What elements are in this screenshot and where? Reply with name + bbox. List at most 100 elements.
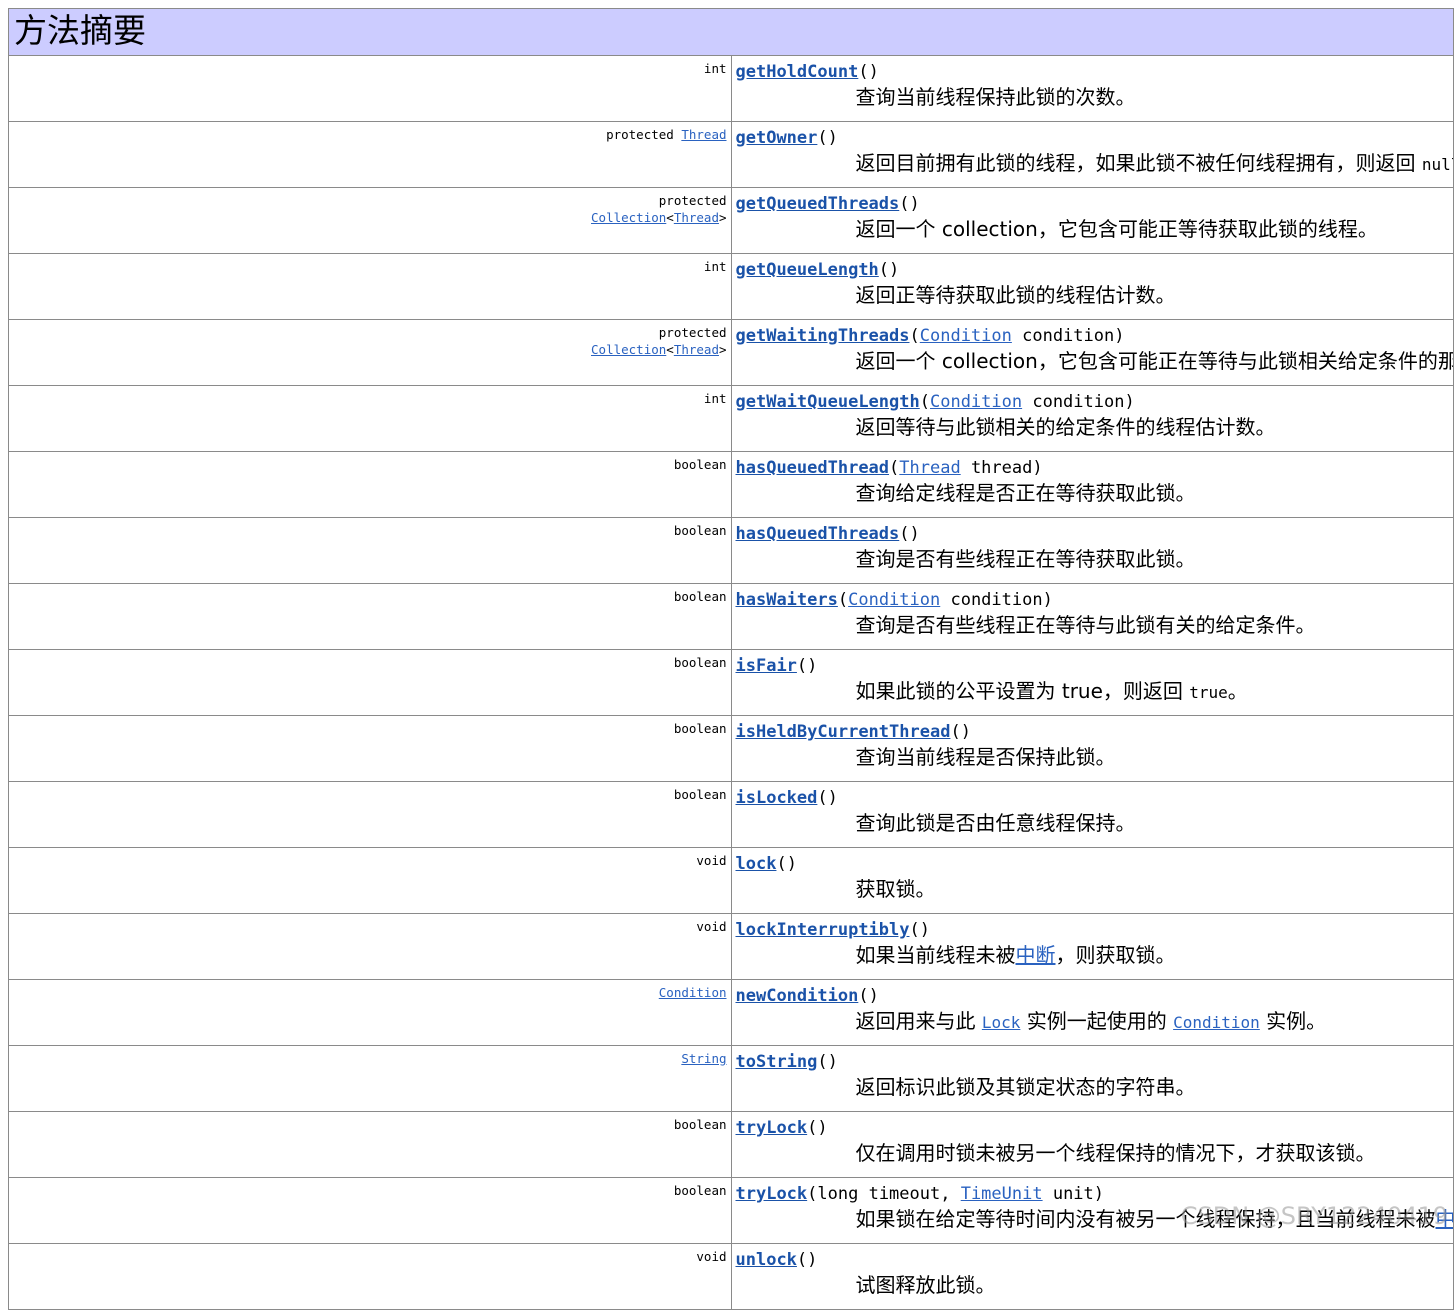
method-name-link[interactable]: hasQueuedThreads <box>736 524 900 544</box>
param-type-link[interactable]: Condition <box>848 590 940 610</box>
description-link[interactable]: Condition <box>1173 1013 1260 1032</box>
description-text: 返回一个 collection，它包含可能正在等待与此锁相关给定条件的那些线程。 <box>855 349 1453 373</box>
method-description: 获取锁。 <box>856 876 1453 902</box>
description-link[interactable]: 中断 <box>1436 1207 1453 1231</box>
method-name-link[interactable]: getOwner <box>736 128 818 148</box>
method-name-link[interactable]: tryLock <box>736 1118 808 1138</box>
param-type-link[interactable]: Condition <box>920 326 1012 346</box>
return-type-line: protected Thread <box>9 126 726 143</box>
paren-open: ( <box>776 854 787 874</box>
description-text: 仅在调用时锁未被另一个线程保持的情况下，才获取该锁。 <box>855 1141 1376 1165</box>
return-type-line: boolean <box>9 654 727 671</box>
method-detail-cell: hasQueuedThreads() 查询是否有些线程正在等待获取此锁。 <box>730 517 1454 584</box>
param-type-link[interactable]: Thread <box>899 458 960 478</box>
return-type-link[interactable]: Thread <box>674 342 719 357</box>
method-description: 查询是否有些线程正在等待与此锁有关的给定条件。 <box>856 612 1453 638</box>
method-name-link[interactable]: hasQueuedThread <box>736 458 890 478</box>
return-type-cell: void <box>8 1243 732 1310</box>
paren-close: ) <box>827 1052 838 1072</box>
method-name-link[interactable]: tryLock <box>736 1184 808 1204</box>
paren-open: ( <box>796 1250 808 1270</box>
paren-close: ) <box>909 194 920 214</box>
method-description: 如果此锁的公平设置为 true，则返回 true。 <box>856 678 1453 706</box>
description-text: ，则获取锁。 <box>1055 943 1176 967</box>
return-type-link[interactable]: String <box>681 1051 726 1066</box>
description-text: 实例。 <box>1259 1009 1327 1033</box>
description-link[interactable]: 中断 <box>1016 943 1056 967</box>
method-row: protected Collection<Thread> getWaitingThr… <box>8 319 1454 386</box>
description-text: 如果锁在给定等待时间内没有被另一个线程保持，且当前线程未被 <box>855 1207 1436 1231</box>
return-type-line: void <box>9 852 726 869</box>
method-name-link[interactable]: getQueueLength <box>736 260 879 280</box>
return-type-link[interactable]: Collection <box>591 210 666 225</box>
method-detail-cell: lock() 获取锁。 <box>730 847 1454 914</box>
paren-open: ( <box>878 260 890 280</box>
return-type-line: boolean <box>9 588 727 605</box>
return-type-line: boolean <box>9 522 727 539</box>
param-type-link[interactable]: TimeUnit <box>961 1184 1043 1204</box>
return-type-cell: boolean <box>8 451 732 518</box>
method-signature: getOwner() <box>736 126 1453 150</box>
return-type-text: boolean <box>673 655 727 670</box>
method-description: 查询给定线程是否正在等待获取此锁。 <box>856 480 1453 506</box>
method-name-link[interactable]: lockInterruptibly <box>736 920 910 940</box>
method-name-link[interactable]: isLocked <box>736 788 818 808</box>
return-type-link[interactable]: Collection <box>591 342 666 357</box>
method-description: 返回标识此锁及其锁定状态的字符串。 <box>855 1074 1453 1100</box>
summary-header-row: 方法摘要 <box>8 8 1454 56</box>
method-name-link[interactable]: hasWaiters <box>736 590 838 610</box>
description-text: 返回等待与此锁相关的给定条件的线程估计数。 <box>855 415 1276 439</box>
method-name-link[interactable]: toString <box>736 1052 818 1072</box>
return-type-link[interactable]: Thread <box>674 210 719 225</box>
paren-open: ( <box>889 458 900 478</box>
return-type-link[interactable]: Condition <box>659 985 727 1000</box>
method-description: 返回等待与此锁相关的给定条件的线程估计数。 <box>855 414 1453 440</box>
paren-close: ) <box>868 62 879 82</box>
return-type-text: boolean <box>673 787 727 802</box>
description-text: 返回标识此锁及其锁定状态的字符串。 <box>855 1075 1196 1099</box>
param-type-link[interactable]: Condition <box>930 392 1022 412</box>
return-type-cell: protected Collection<Thread> <box>8 187 732 254</box>
description-text: 实例一起使用的 <box>1020 1009 1174 1033</box>
return-type-cell: boolean <box>8 1177 732 1244</box>
return-type-cell: int <box>8 253 732 320</box>
description-text: 试图释放此锁。 <box>855 1273 996 1297</box>
return-type-line: boolean <box>9 1116 727 1133</box>
return-type-cell: boolean <box>8 781 732 848</box>
return-type-text: int <box>703 391 727 406</box>
return-type-line: boolean <box>9 720 727 737</box>
method-detail-cell: hasWaiters(Condition condition) 查询是否有些线程正… <box>730 583 1454 650</box>
method-row: void lockInterruptibly() 如果当前线程未被中断，则获取锁。 <box>8 913 1454 980</box>
method-detail-cell: lockInterruptibly() 如果当前线程未被中断，则获取锁。 <box>730 913 1454 980</box>
paren-close: ) <box>1114 326 1125 346</box>
method-name-link[interactable]: lock <box>736 854 777 874</box>
method-name-link[interactable]: getQueuedThreads <box>736 194 900 214</box>
method-row: boolean hasQueuedThreads() 查询是否有些线程正在等待获取此… <box>8 517 1454 584</box>
return-type-line: void <box>9 918 726 935</box>
paren-close: ) <box>868 986 879 1006</box>
method-row: boolean isHeldByCurrentThread() 查询当前线程是否保持… <box>8 715 1454 782</box>
method-name-link[interactable]: getHoldCount <box>736 62 859 82</box>
method-name-link[interactable]: unlock <box>736 1250 797 1270</box>
method-row: int getWaitQueueLength(Condition conditio… <box>8 385 1454 452</box>
return-type-link[interactable]: Thread <box>681 127 726 142</box>
description-link[interactable]: Lock <box>982 1013 1021 1032</box>
param-text: long timeout, <box>817 1184 961 1204</box>
method-name-link[interactable]: isFair <box>736 656 797 676</box>
param-text: thread <box>960 458 1033 478</box>
paren-open: ( <box>807 1184 818 1204</box>
paren-open: ( <box>909 326 920 346</box>
return-type-line: void <box>9 1248 726 1265</box>
method-signature: getQueueLength() <box>736 258 1453 282</box>
method-name-link[interactable]: isHeldByCurrentThread <box>736 722 951 742</box>
method-name-link[interactable]: getWaitQueueLength <box>736 392 920 412</box>
method-name-link[interactable]: newCondition <box>736 986 859 1006</box>
paren-open: ( <box>858 62 869 82</box>
paren-close: ) <box>1093 1184 1105 1204</box>
method-detail-cell: getOwner() 返回目前拥有此锁的线程，如果此锁不被任何线程拥有，则返回 n… <box>730 121 1454 188</box>
method-name-link[interactable]: getWaitingThreads <box>736 326 910 346</box>
method-row: boolean isLocked() 查询此锁是否由任意线程保持。 <box>8 781 1454 848</box>
paren-open: ( <box>837 590 849 610</box>
method-row: protected Collection<Thread> getQueuedThre… <box>8 187 1454 254</box>
section-title: 方法摘要 <box>8 8 1454 56</box>
